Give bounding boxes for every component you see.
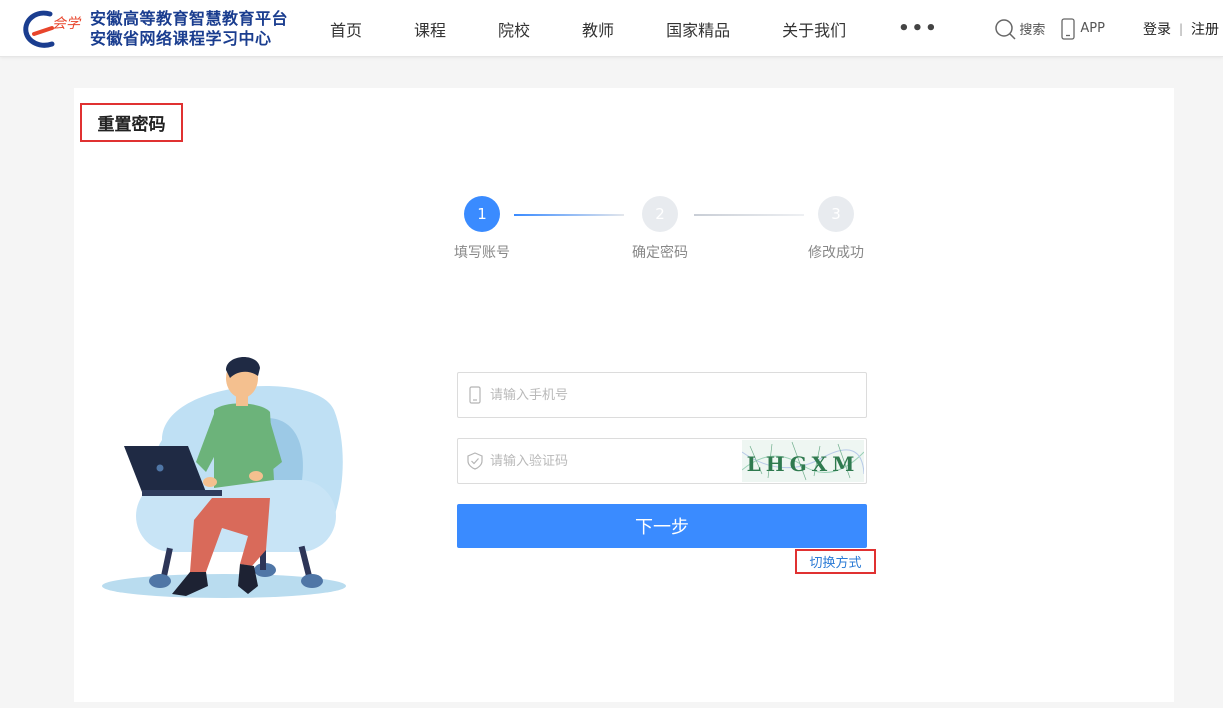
search-icon: [995, 18, 1016, 40]
shield-check-icon: [460, 452, 490, 470]
logo-icon: 会学: [23, 10, 82, 48]
nav-courses[interactable]: 课程: [414, 17, 446, 41]
nav-about-us[interactable]: 关于我们: [782, 17, 846, 41]
phone-icon: [1061, 17, 1076, 40]
step-2-circle: 2: [642, 196, 678, 232]
verification-code-input[interactable]: [490, 439, 742, 483]
captcha-text: LHGXM: [747, 452, 860, 476]
person-with-laptop-illustration: [102, 356, 346, 598]
app-button[interactable]: APP: [1061, 17, 1105, 40]
register-link[interactable]: 注册: [1191, 19, 1219, 39]
logo-mark: 会学: [22, 8, 84, 50]
nav-teachers[interactable]: 教师: [582, 17, 614, 41]
reset-password-card: 重置密码 1 填写账号 2 确定密码 3 修改成功 请输入手机号 请输入验证码 …: [74, 88, 1174, 702]
logo-line-2: 安徽省网络课程学习中心: [90, 29, 272, 48]
auth-separator: |: [1178, 21, 1183, 36]
step-3-label: 修改成功: [808, 245, 864, 261]
top-header: 会学 安徽高等教育智慧教育平台 安徽省网络课程学习中心 首页 课程 院校 教师 …: [0, 0, 1223, 57]
step-3: 3 修改成功: [781, 196, 891, 262]
step-1-label: 填写账号: [454, 245, 510, 261]
main-nav: 首页 课程 院校 教师 国家精品 关于我们 •••: [330, 0, 939, 57]
search-label: 搜索: [1019, 23, 1046, 38]
step-2: 2 确定密码: [605, 196, 715, 262]
phone-input[interactable]: [490, 373, 866, 417]
phone-icon: [460, 386, 490, 404]
step-2-label: 确定密码: [632, 245, 688, 261]
logo-text: 安徽高等教育智慧教育平台 安徽省网络课程学习中心: [90, 9, 288, 49]
captcha-image[interactable]: LHGXM: [742, 440, 864, 482]
login-link[interactable]: 登录: [1143, 19, 1171, 39]
search-button[interactable]: 搜索: [994, 18, 1045, 40]
next-step-button[interactable]: 下一步: [457, 504, 867, 548]
nav-home[interactable]: 首页: [330, 17, 362, 41]
nav-schools[interactable]: 院校: [498, 17, 530, 41]
logo-line-1: 安徽高等教育智慧教育平台: [90, 9, 289, 28]
site-logo[interactable]: 会学 安徽高等教育智慧教育平台 安徽省网络课程学习中心: [22, 8, 288, 50]
logo-mark-text: 会学: [52, 16, 82, 32]
auth-links: 登录 | 注册: [1143, 19, 1219, 39]
app-label: APP: [1080, 21, 1105, 36]
step-1-circle: 1: [464, 196, 500, 232]
nav-national-quality[interactable]: 国家精品: [666, 17, 730, 41]
verification-code-field[interactable]: LHGXM: [457, 438, 867, 484]
switch-method-link[interactable]: 切换方式: [795, 549, 876, 574]
step-1: 1 填写账号: [427, 196, 537, 262]
phone-field[interactable]: [457, 372, 867, 418]
step-3-circle: 3: [818, 196, 854, 232]
nav-more-icon[interactable]: •••: [898, 18, 939, 39]
header-actions: 搜索 APP 登录 | 注册: [994, 0, 1223, 57]
page-title: 重置密码: [80, 103, 183, 142]
